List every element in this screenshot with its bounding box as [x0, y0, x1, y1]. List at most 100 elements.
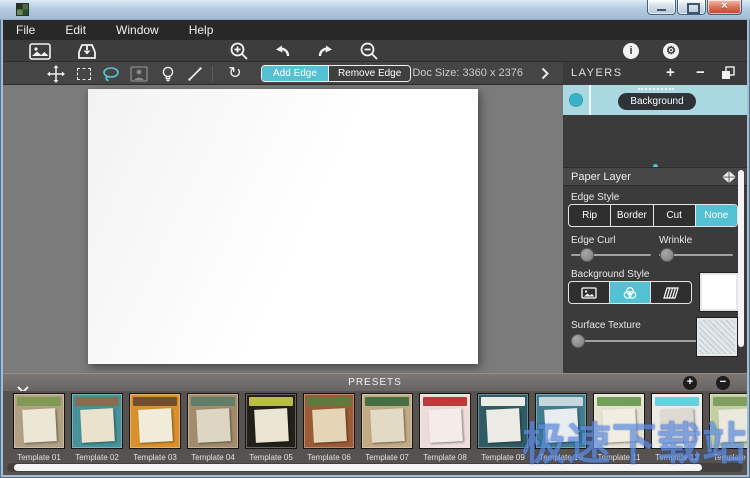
thumb-paper — [486, 408, 521, 443]
layer-name-pill[interactable]: Background — [618, 93, 696, 110]
collapse-panel-button[interactable] — [541, 67, 549, 85]
light-tool-button[interactable] — [158, 65, 178, 82]
preset-template-08[interactable]: Template 08 — [416, 393, 474, 462]
preset-template-05[interactable]: Template 05 — [242, 393, 300, 462]
portrait-tool-button[interactable] — [129, 65, 149, 82]
drag-handle-icon[interactable] — [638, 88, 674, 90]
template-thumbnail[interactable] — [13, 393, 65, 449]
preset-template-12[interactable]: Template 12 — [648, 393, 706, 462]
layer-visibility-toggle[interactable] — [569, 93, 583, 107]
move-tool-button[interactable] — [46, 65, 66, 82]
template-thumbnail[interactable] — [651, 393, 703, 449]
slider-thumb[interactable] — [580, 248, 594, 262]
slider-thumb[interactable] — [571, 334, 585, 348]
template-thumbnail[interactable] — [71, 393, 123, 449]
rotate-tool-button[interactable]: ↻ — [225, 65, 245, 82]
remove-edge-button[interactable]: Remove Edge — [328, 66, 410, 81]
toolbar-divider — [212, 66, 213, 81]
edge-style-rip[interactable]: Rip — [569, 205, 610, 226]
template-thumbnail[interactable] — [419, 393, 471, 449]
template-thumbnail[interactable] — [245, 393, 297, 449]
add-edge-button[interactable]: Add Edge — [262, 66, 328, 81]
zoom-out-button[interactable] — [358, 42, 380, 60]
undo-button[interactable] — [271, 42, 293, 60]
wrinkle-slider[interactable] — [659, 248, 733, 262]
edge-style-border[interactable]: Border — [610, 205, 652, 226]
preset-template-11[interactable]: Template 11 — [590, 393, 648, 462]
template-thumbnail[interactable] — [129, 393, 181, 449]
paper-gem-icon[interactable] — [721, 170, 737, 189]
template-label: Template 13 — [713, 453, 747, 462]
template-thumbnail[interactable] — [361, 393, 413, 449]
background-color-swatch[interactable] — [700, 273, 738, 311]
panel-scrollbar[interactable] — [738, 170, 744, 347]
template-label: Template 11 — [598, 453, 641, 462]
template-thumbnail[interactable] — [535, 393, 587, 449]
thumb-paper — [718, 408, 747, 443]
template-thumbnail[interactable] — [303, 393, 355, 449]
menu-edit[interactable]: Edit — [50, 20, 101, 40]
bg-style-image[interactable] — [569, 282, 609, 303]
thumb-accent — [75, 397, 119, 406]
layer-row-background[interactable]: Background — [563, 85, 747, 115]
preset-template-07[interactable]: Template 07 — [358, 393, 416, 462]
thumb-paper — [312, 408, 347, 443]
canvas-area[interactable] — [3, 85, 563, 373]
thumb-accent — [17, 397, 61, 406]
menu-window[interactable]: Window — [101, 20, 174, 40]
preset-template-03[interactable]: Template 03 — [126, 393, 184, 462]
close-button[interactable]: × — [707, 0, 742, 15]
slider-thumb[interactable] — [660, 248, 674, 262]
zoom-in-button[interactable] — [228, 42, 250, 60]
surface-texture-swatch[interactable] — [697, 318, 737, 356]
marquee-icon — [77, 68, 91, 80]
add-layer-button[interactable]: + — [666, 62, 675, 84]
window-controls: × — [646, 0, 742, 15]
template-thumbnail[interactable] — [477, 393, 529, 449]
import-button[interactable] — [76, 42, 98, 60]
preset-template-04[interactable]: Template 04 — [184, 393, 242, 462]
bg-style-pattern[interactable] — [650, 282, 691, 303]
template-thumbnail[interactable] — [709, 393, 747, 449]
preset-template-02[interactable]: Template 02 — [68, 393, 126, 462]
paper-layer-header[interactable]: Paper Layer — [563, 167, 747, 186]
edge-curl-slider[interactable] — [571, 248, 651, 262]
thumb-accent — [597, 397, 641, 406]
info-button[interactable]: i — [623, 43, 639, 59]
surface-texture-slider[interactable] — [571, 334, 697, 348]
preset-template-13[interactable]: Template 13 — [706, 393, 747, 462]
bg-style-color[interactable] — [609, 282, 650, 303]
settings-gear-button[interactable]: ⚙ — [663, 43, 679, 59]
presets-title: PRESETS — [3, 374, 747, 392]
template-thumbnail[interactable] — [187, 393, 239, 449]
app-frame: File Edit Window Help — [3, 20, 747, 475]
presets-scrollbar[interactable] — [7, 463, 743, 472]
preset-template-10[interactable]: Template 10 — [532, 393, 590, 462]
remove-preset-button[interactable]: − — [716, 376, 730, 390]
thumb-accent — [713, 397, 747, 406]
menu-file[interactable]: File — [3, 20, 50, 40]
lasso-tool-button[interactable] — [101, 65, 121, 82]
menu-help[interactable]: Help — [174, 20, 229, 40]
preset-template-01[interactable]: Template 01 — [10, 393, 68, 462]
edge-style-cut[interactable]: Cut — [653, 205, 695, 226]
preset-template-09[interactable]: Template 09 — [474, 393, 532, 462]
marquee-tool-button[interactable] — [74, 65, 94, 82]
doc-size-label: Doc Size: 3360 x 2376 — [412, 62, 523, 85]
line-tool-button[interactable] — [185, 65, 205, 82]
redo-button[interactable] — [315, 42, 337, 60]
new-image-button[interactable] — [29, 42, 51, 60]
title-bar[interactable]: × — [0, 0, 750, 20]
minimize-button[interactable] — [647, 0, 676, 15]
presets-scrollbar-thumb[interactable] — [14, 464, 702, 471]
maximize-button[interactable] — [677, 0, 706, 15]
zoom-out-icon — [359, 41, 379, 61]
remove-layer-button[interactable]: − — [696, 62, 705, 84]
document-page[interactable] — [88, 89, 478, 364]
presets-strip: Template 01 Template 02 Template 03 Temp… — [3, 391, 747, 475]
template-thumbnail[interactable] — [593, 393, 645, 449]
preset-template-06[interactable]: Template 06 — [300, 393, 358, 462]
edge-style-none[interactable]: None — [695, 205, 737, 226]
add-preset-button[interactable]: + — [683, 376, 697, 390]
redo-icon — [316, 42, 336, 60]
